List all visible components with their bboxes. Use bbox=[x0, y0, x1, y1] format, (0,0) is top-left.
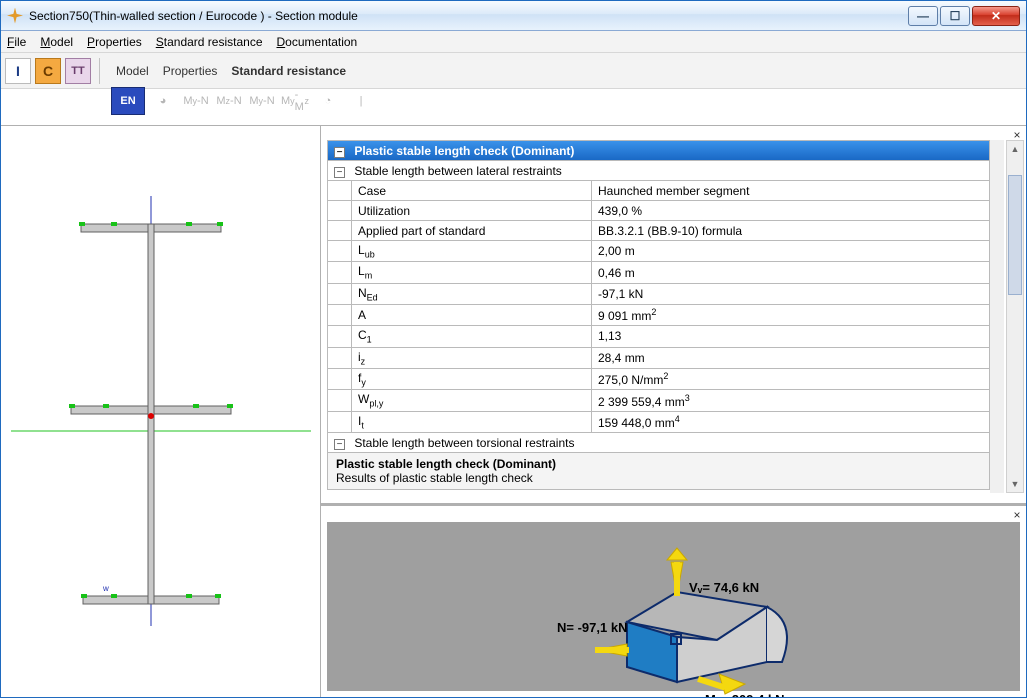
collapse-icon[interactable]: − bbox=[334, 147, 345, 158]
standard-toolbar: EN ◕ My-N Mz-N My-N My-Mz ◔ | bbox=[111, 83, 376, 119]
viewport-close-icon[interactable]: × bbox=[1010, 508, 1024, 522]
my-n-icon[interactable]: My-N bbox=[181, 88, 211, 114]
row-label: C1 bbox=[352, 326, 592, 347]
my-mz-icon[interactable]: My-Mz bbox=[280, 88, 310, 114]
eurocode-badge-icon[interactable]: EN bbox=[111, 87, 145, 115]
results-header: Plastic stable length check (Dominant) bbox=[354, 144, 574, 158]
section-drawing: w bbox=[11, 136, 311, 676]
row-label: iz bbox=[352, 347, 592, 368]
my-n2-icon[interactable]: My-N bbox=[247, 88, 277, 114]
desc-title: Plastic stable length check (Dominant) bbox=[336, 457, 981, 471]
scroll-down-icon[interactable]: ▼ bbox=[1007, 476, 1023, 492]
scroll-up-icon[interactable]: ▲ bbox=[1007, 141, 1023, 157]
svg-text:N= -97,1 kN: N= -97,1 kN bbox=[557, 620, 627, 635]
menu-properties[interactable]: Properties bbox=[87, 35, 142, 49]
menubar: File Model Properties Standard resistanc… bbox=[1, 31, 1026, 53]
row-label: Wpl,y bbox=[352, 390, 592, 411]
app-icon bbox=[7, 8, 23, 24]
menu-documentation[interactable]: Documentation bbox=[277, 35, 358, 49]
row-value: 275,0 N/mm2 bbox=[592, 368, 990, 389]
app-window: Section750(Thin-walled section / Eurocod… bbox=[0, 0, 1027, 698]
row-value: 439,0 % bbox=[592, 201, 990, 221]
ibeam-icon[interactable]: I bbox=[5, 58, 31, 84]
forces-viewport: × bbox=[321, 506, 1026, 697]
right-column: × − Plastic stable length check (Dominan… bbox=[321, 125, 1026, 697]
row-label: Utilization bbox=[352, 201, 592, 221]
row-value: 28,4 mm bbox=[592, 347, 990, 368]
window-buttons: — ☐ ✕ bbox=[906, 6, 1020, 26]
row-value: 1,13 bbox=[592, 326, 990, 347]
results-tree[interactable]: − Plastic stable length check (Dominant)… bbox=[327, 140, 1004, 493]
viewport-canvas[interactable]: Vᵥ= 74,6 kN N= -97,1 kN Mᵧ= 209,4 kNm bbox=[327, 522, 1020, 691]
c-section-icon[interactable]: C bbox=[35, 58, 61, 84]
section-drawing-pane[interactable]: w bbox=[1, 125, 321, 697]
tt-section-icon[interactable]: TT bbox=[65, 58, 91, 84]
svg-text:Mᵧ= 209,4 kNm: Mᵧ= 209,4 kNm bbox=[705, 692, 796, 697]
titlebar: Section750(Thin-walled section / Eurocod… bbox=[1, 1, 1026, 31]
svg-text:w: w bbox=[102, 584, 109, 593]
row-label: Case bbox=[352, 181, 592, 201]
menu-standard-resistance[interactable]: Standard resistance bbox=[156, 35, 263, 49]
diagram-icon-1[interactable]: ◕ bbox=[148, 88, 178, 114]
scroll-thumb[interactable] bbox=[1008, 175, 1022, 295]
mz-n-icon[interactable]: Mz-N bbox=[214, 88, 244, 114]
thermometer-icon[interactable]: | bbox=[346, 88, 376, 114]
tab-properties[interactable]: Properties bbox=[163, 64, 218, 78]
subsection-lateral: Stable length between lateral restraints bbox=[354, 164, 561, 178]
tab-standard-resistance[interactable]: Standard resistance bbox=[231, 64, 346, 78]
row-value: Haunched member segment bbox=[592, 181, 990, 201]
window-title: Section750(Thin-walled section / Eurocod… bbox=[29, 9, 906, 23]
scrollbar[interactable]: ▲ ▼ bbox=[1006, 140, 1024, 493]
row-label: Applied part of standard bbox=[352, 221, 592, 241]
row-label: Lm bbox=[352, 262, 592, 283]
row-label: NEd bbox=[352, 283, 592, 304]
diagram-icon-2[interactable]: ◔ bbox=[313, 88, 343, 114]
row-value: 2,00 m bbox=[592, 241, 990, 262]
menu-model[interactable]: Model bbox=[40, 35, 73, 49]
row-value: -97,1 kN bbox=[592, 283, 990, 304]
row-label: Lub bbox=[352, 241, 592, 262]
toolbar-separator bbox=[99, 58, 100, 84]
row-value: BB.3.2.1 (BB.9-10) formula bbox=[592, 221, 990, 241]
result-description: Plastic stable length check (Dominant) R… bbox=[327, 453, 990, 490]
minimize-button[interactable]: — bbox=[908, 6, 938, 26]
workspace: w × − Plastic stable length check (Domin… bbox=[1, 125, 1026, 697]
close-button[interactable]: ✕ bbox=[972, 6, 1020, 26]
tab-group: Model Properties Standard resistance bbox=[106, 64, 356, 78]
row-label: It bbox=[352, 411, 592, 432]
tab-model[interactable]: Model bbox=[116, 64, 149, 78]
row-value: 9 091 mm2 bbox=[592, 305, 990, 326]
row-label: A bbox=[352, 305, 592, 326]
collapse-icon[interactable]: − bbox=[334, 167, 345, 178]
row-value: 0,46 m bbox=[592, 262, 990, 283]
row-label: fy bbox=[352, 368, 592, 389]
maximize-button[interactable]: ☐ bbox=[940, 6, 970, 26]
row-value: 2 399 559,4 mm3 bbox=[592, 390, 990, 411]
menu-file[interactable]: File bbox=[7, 35, 26, 49]
results-panel: × − Plastic stable length check (Dominan… bbox=[321, 126, 1026, 506]
desc-text: Results of plastic stable length check bbox=[336, 471, 981, 485]
collapse-icon[interactable]: − bbox=[334, 439, 345, 450]
row-value: 159 448,0 mm4 bbox=[592, 411, 990, 432]
svg-text:Vᵥ= 74,6 kN: Vᵥ= 74,6 kN bbox=[689, 580, 759, 595]
subsection-torsional: Stable length between torsional restrain… bbox=[354, 436, 574, 450]
